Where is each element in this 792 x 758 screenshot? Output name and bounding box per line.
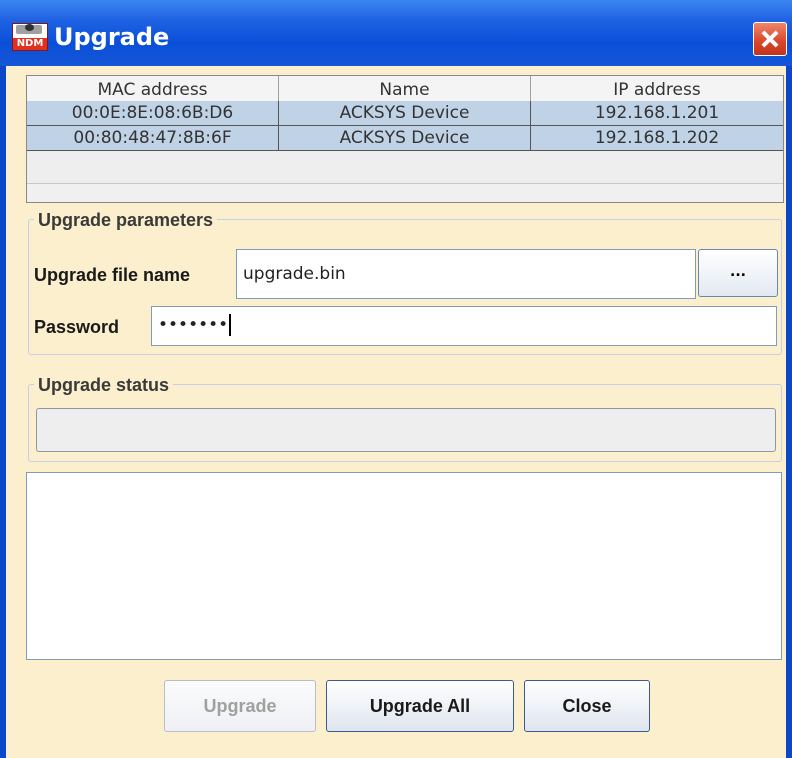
app-icon-label: NDM	[13, 38, 47, 50]
upgrade-parameters-title: Upgrade parameters	[34, 209, 218, 231]
window-title: Upgrade	[54, 23, 170, 51]
device-table: MAC address Name IP address 00:0E:8E:08:…	[26, 75, 784, 203]
upgrade-status-title: Upgrade status	[34, 374, 174, 396]
table-header: MAC address Name IP address	[27, 76, 783, 104]
title-bar[interactable]: NDM Upgrade	[0, 0, 792, 66]
dialog-content: MAC address Name IP address 00:0E:8E:08:…	[6, 66, 786, 758]
app-icon: NDM	[12, 23, 48, 51]
cell-name: ACKSYS Device	[279, 126, 531, 151]
close-button[interactable]: Close	[524, 680, 650, 732]
upgrade-all-button[interactable]: Upgrade All	[326, 680, 514, 732]
close-window-button[interactable]	[753, 22, 787, 56]
upgrade-log-area[interactable]	[26, 472, 782, 660]
cell-mac: 00:0E:8E:08:6B:D6	[27, 101, 279, 126]
column-header-ip[interactable]: IP address	[531, 76, 783, 104]
table-row[interactable]: 00:0E:8E:08:6B:D6 ACKSYS Device 192.168.…	[27, 101, 783, 126]
table-horizontal-scrollbar[interactable]	[27, 183, 783, 202]
upgrade-file-name-label: Upgrade file name	[34, 265, 191, 285]
cell-ip: 192.168.1.202	[531, 126, 783, 151]
cell-name: ACKSYS Device	[279, 101, 531, 126]
password-input[interactable]: •••••••	[151, 306, 777, 346]
cell-mac: 00:80:48:47:8B:6F	[27, 126, 279, 151]
column-header-mac[interactable]: MAC address	[27, 76, 279, 104]
table-row[interactable]: 00:80:48:47:8B:6F ACKSYS Device 192.168.…	[27, 126, 783, 151]
text-caret	[229, 314, 232, 336]
password-value: •••••••	[158, 315, 229, 335]
password-label: Password	[34, 317, 120, 337]
upgrade-progress-bar	[36, 408, 776, 452]
upgrade-dialog: NDM Upgrade MAC address Name IP address …	[0, 0, 792, 758]
upgrade-button[interactable]: Upgrade	[164, 680, 316, 732]
upgrade-file-name-input[interactable]: upgrade.bin	[236, 249, 696, 299]
browse-file-button[interactable]: ...	[698, 249, 778, 297]
cell-ip: 192.168.1.201	[531, 101, 783, 126]
column-header-name[interactable]: Name	[279, 76, 531, 104]
